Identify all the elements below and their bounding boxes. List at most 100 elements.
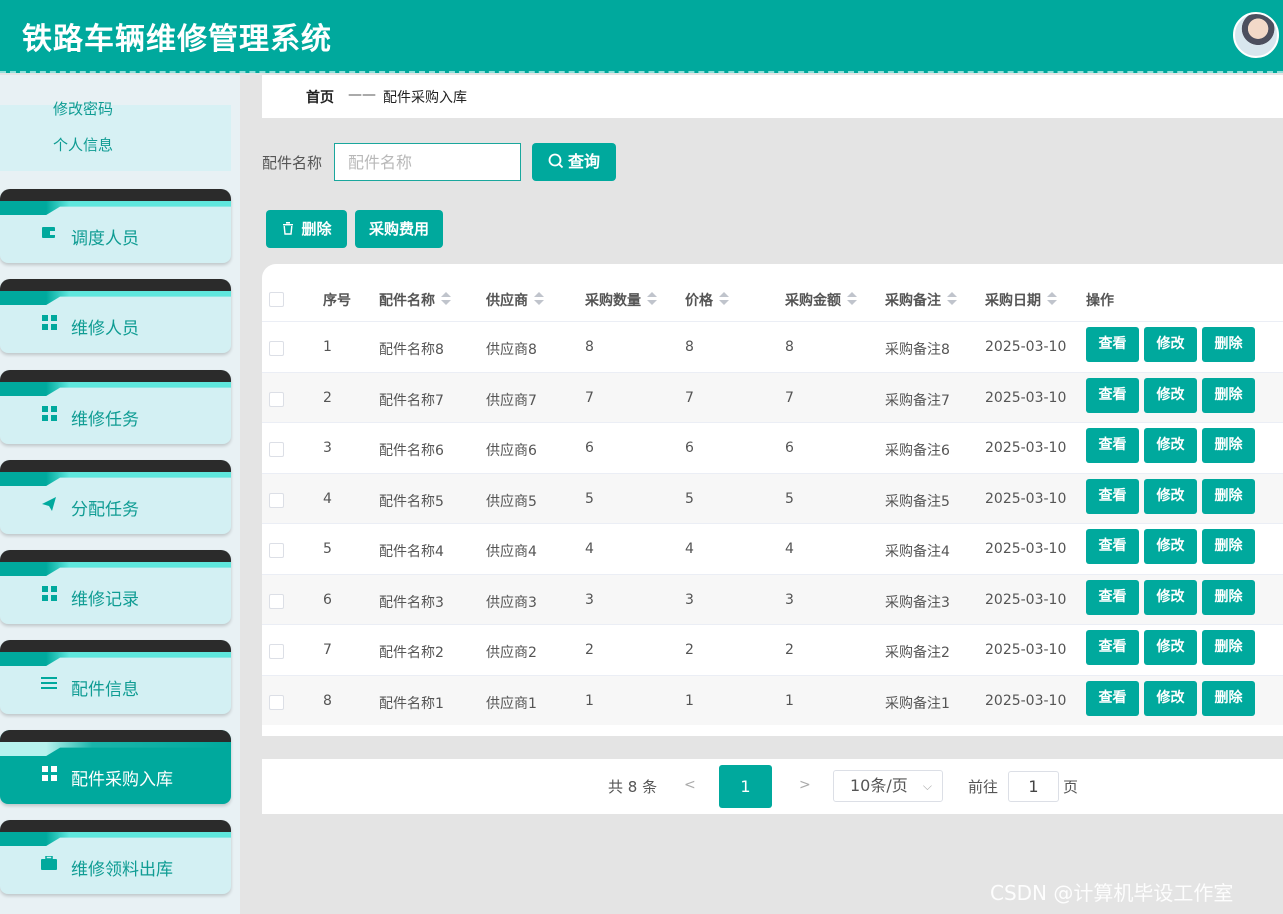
- col-header-quantity[interactable]: 采购数量: [585, 290, 657, 310]
- table-row: 3 配件名称6 供应商6 6 6 6 采购备注6 2025-03-10 查看 修改 删除: [262, 422, 1283, 472]
- sub-item-change-password[interactable]: 修改密码: [53, 98, 113, 119]
- row-checkbox[interactable]: [269, 694, 284, 710]
- cell-amount: 5: [785, 490, 794, 507]
- search-input[interactable]: [334, 143, 521, 181]
- goto-page-input[interactable]: 1: [1008, 771, 1059, 802]
- select-all-checkbox[interactable]: [269, 292, 284, 307]
- sidebar-item[interactable]: 配件信息: [0, 640, 231, 714]
- col-header-part-name[interactable]: 配件名称: [379, 290, 451, 310]
- breadcrumb-current: 配件采购入库: [383, 90, 467, 106]
- row-checkbox[interactable]: [269, 341, 284, 356]
- sort-icon[interactable]: [1047, 292, 1057, 306]
- sort-icon[interactable]: [719, 292, 729, 306]
- cell-supplier: 供应商8: [486, 342, 537, 358]
- edit-button[interactable]: 修改: [1144, 377, 1197, 413]
- edit-button[interactable]: 修改: [1144, 327, 1197, 362]
- app-title: 铁路车辆维修管理系统: [22, 22, 332, 57]
- sort-icon[interactable]: [947, 292, 957, 306]
- edit-button[interactable]: 修改: [1144, 428, 1197, 463]
- cell-remark: 采购备注5: [885, 493, 950, 510]
- pagination-page-1[interactable]: 1: [719, 765, 772, 808]
- delete-button[interactable]: 删除: [1202, 478, 1255, 514]
- delete-button[interactable]: 删除: [1202, 327, 1255, 362]
- purchase-cost-button[interactable]: 采购费用: [355, 210, 443, 248]
- delete-button[interactable]: 删除: [1202, 630, 1255, 665]
- cell-quantity: 8: [585, 339, 594, 355]
- col-header-price[interactable]: 价格: [685, 290, 729, 310]
- card-top-bar: [0, 730, 231, 742]
- card-top-bar: [0, 370, 231, 382]
- breadcrumb-home[interactable]: 首页: [306, 87, 334, 107]
- sort-icon[interactable]: [647, 292, 657, 306]
- view-button[interactable]: 查看: [1086, 377, 1139, 413]
- table-row: 6 配件名称3 供应商3 3 3 3 采购备注3 2025-03-10 查看 修改 删除: [262, 573, 1283, 624]
- cell-remark: 采购备注8: [885, 342, 950, 358]
- table-row: 1 配件名称8 供应商8 8 8 8 采购备注8 2025-03-10 查看 修改 删除: [262, 321, 1283, 371]
- sidebar-item[interactable]: 维修任务: [0, 370, 231, 444]
- delete-button[interactable]: 删除: [1202, 377, 1255, 413]
- pagination-next-button[interactable]: >: [799, 777, 811, 793]
- view-button[interactable]: 查看: [1086, 529, 1139, 564]
- col-header-supplier[interactable]: 供应商: [486, 290, 544, 310]
- col-header-remark[interactable]: 采购备注: [885, 290, 957, 310]
- edit-button[interactable]: 修改: [1144, 630, 1197, 665]
- view-button[interactable]: 查看: [1086, 579, 1139, 615]
- sort-icon[interactable]: [534, 292, 544, 306]
- delete-button[interactable]: 删除: [1202, 428, 1255, 463]
- sort-icon[interactable]: [847, 292, 857, 306]
- cell-amount: 2: [785, 642, 794, 658]
- cell-remark: 采购备注6: [885, 443, 950, 459]
- card-stripe: [0, 832, 231, 846]
- view-button[interactable]: 查看: [1086, 680, 1139, 716]
- cell-amount: 4: [785, 541, 794, 557]
- edit-button[interactable]: 修改: [1144, 680, 1197, 716]
- sidebar: 修改密码 个人信息 调度人员维修人员维修任务分配任务维修记录配件信息配件采购入库…: [0, 75, 240, 914]
- cell-amount: 1: [785, 692, 794, 709]
- table-row: 2 配件名称7 供应商7 7 7 7 采购备注7 2025-03-10 查看 修改 删除: [262, 371, 1283, 422]
- col-header-amount[interactable]: 采购金额: [785, 290, 857, 310]
- cell-part-name: 配件名称7: [379, 392, 444, 409]
- sidebar-item[interactable]: 维修领料出库: [0, 820, 231, 894]
- sidebar-item[interactable]: 调度人员: [0, 189, 231, 263]
- cell-date: 2025-03-10: [985, 440, 1067, 456]
- view-button[interactable]: 查看: [1086, 630, 1139, 665]
- table-row: 4 配件名称5 供应商5 5 5 5 采购备注5 2025-03-10 查看 修改 删除: [262, 472, 1283, 523]
- cell-price: 1: [685, 692, 694, 709]
- cell-date: 2025-03-10: [985, 642, 1067, 658]
- sidebar-item[interactable]: 维修记录: [0, 550, 231, 624]
- sidebar-item[interactable]: 配件采购入库: [0, 730, 231, 804]
- sort-icon[interactable]: [441, 292, 451, 306]
- sidebar-item[interactable]: 分配任务: [0, 460, 231, 534]
- search-icon: [548, 153, 564, 169]
- sidebar-item[interactable]: 维修人员: [0, 279, 231, 353]
- bulk-delete-button[interactable]: 删除: [266, 210, 347, 248]
- row-checkbox[interactable]: [269, 492, 284, 508]
- view-button[interactable]: 查看: [1086, 428, 1139, 463]
- card-top-bar: [0, 279, 231, 291]
- cell-supplier: 供应商4: [486, 544, 537, 560]
- cell-index: 2: [323, 389, 332, 406]
- row-checkbox[interactable]: [269, 593, 284, 609]
- view-button[interactable]: 查看: [1086, 327, 1139, 362]
- row-checkbox[interactable]: [269, 391, 284, 407]
- edit-button[interactable]: 修改: [1144, 478, 1197, 514]
- delete-button[interactable]: 删除: [1202, 579, 1255, 615]
- cell-part-name: 配件名称2: [379, 645, 444, 661]
- data-table: 序号 配件名称 供应商 采购数量 价格 采购金额 采购备注 采购日期 操作 1 配…: [262, 264, 1283, 736]
- edit-button[interactable]: 修改: [1144, 529, 1197, 564]
- edit-button[interactable]: 修改: [1144, 579, 1197, 615]
- col-header-date[interactable]: 采购日期: [985, 290, 1057, 310]
- delete-button[interactable]: 删除: [1202, 529, 1255, 564]
- sub-item-profile[interactable]: 个人信息: [53, 134, 113, 155]
- cell-supplier: 供应商7: [486, 392, 537, 409]
- search-button[interactable]: 查询: [532, 143, 616, 181]
- page-size-select[interactable]: 10条/页 ⌵: [833, 770, 943, 802]
- user-avatar[interactable]: [1233, 12, 1279, 58]
- row-checkbox[interactable]: [269, 442, 284, 457]
- view-button[interactable]: 查看: [1086, 478, 1139, 514]
- pagination-prev-button[interactable]: <: [684, 777, 696, 793]
- row-checkbox[interactable]: [269, 644, 284, 659]
- row-checkbox[interactable]: [269, 543, 284, 558]
- cell-index: 5: [323, 541, 332, 557]
- delete-button[interactable]: 删除: [1202, 680, 1255, 716]
